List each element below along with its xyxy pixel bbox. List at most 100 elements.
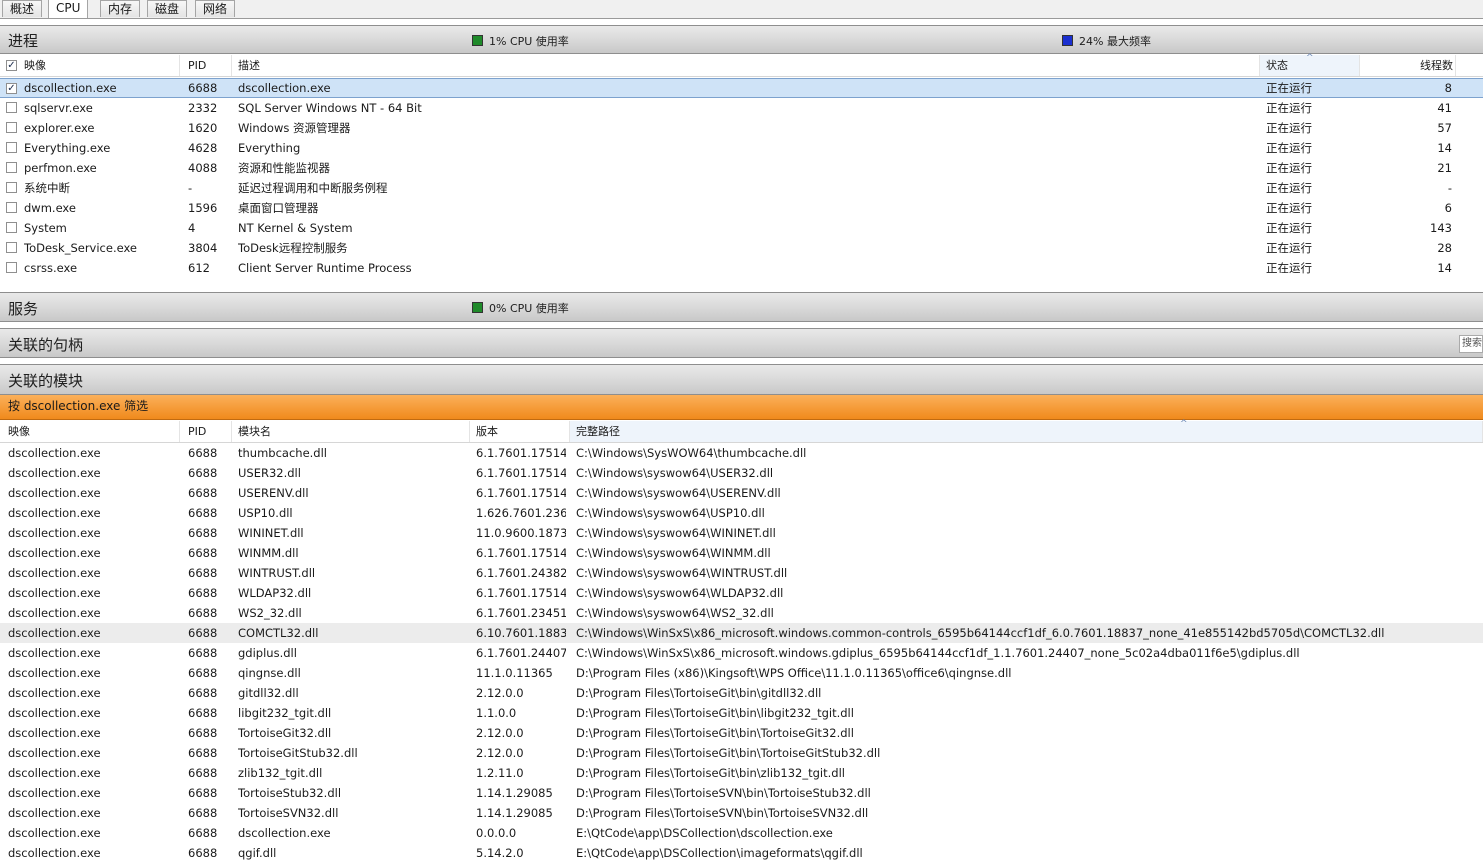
process-checkbox[interactable] — [6, 122, 17, 133]
module-row[interactable]: dscollection.exe 6688 WININET.dll 11.0.9600… — [0, 523, 1483, 543]
process-row[interactable]: ToDesk_Service.exe 3804 ToDesk远程控制服务 正在运… — [0, 238, 1483, 258]
module-row[interactable]: dscollection.exe 6688 USP10.dll 1.626.7601.… — [0, 503, 1483, 523]
process-row[interactable]: perfmon.exe 4088 资源和性能监视器 正在运行 21 — [0, 158, 1483, 178]
process-row[interactable]: explorer.exe 1620 Windows 资源管理器 正在运行 57 — [0, 118, 1483, 138]
tab-disk[interactable]: 磁盘 — [147, 0, 188, 17]
module-row[interactable]: dscollection.exe 6688 gitdll32.dll 2.12.0.0… — [0, 683, 1483, 703]
column-pid[interactable]: PID — [180, 421, 232, 442]
process-checkbox[interactable] — [6, 262, 17, 273]
column-status[interactable]: ^ 状态 — [1260, 53, 1360, 76]
module-pid: 6688 — [188, 846, 218, 860]
module-row[interactable]: dscollection.exe 6688 WLDAP32.dll 6.1.7601.… — [0, 583, 1483, 603]
process-row[interactable]: System 4 NT Kernel & System 正在运行 143 — [0, 218, 1483, 238]
process-image: dwm.exe — [24, 201, 76, 215]
process-pid: 6688 — [188, 81, 218, 95]
module-pid: 6688 — [188, 606, 218, 620]
module-version: 11.0.9600.18739 — [476, 526, 566, 540]
module-row[interactable]: dscollection.exe 6688 libgit232_tgit.dll 1.… — [0, 703, 1483, 723]
processes-title: 进程 — [8, 32, 39, 50]
module-version: 1.626.7601.236... — [476, 506, 566, 520]
tab-overview[interactable]: 概述 — [2, 0, 43, 17]
process-threads: 6 — [1444, 201, 1452, 215]
handles-search-input[interactable]: 搜索 — [1459, 335, 1483, 353]
process-threads: 21 — [1437, 161, 1452, 175]
process-status: 正在运行 — [1266, 161, 1312, 175]
process-row[interactable]: csrss.exe 612 Client Server Runtime Proc… — [0, 258, 1483, 278]
module-row[interactable]: dscollection.exe 6688 USER32.dll 6.1.7601.1… — [0, 463, 1483, 483]
module-row[interactable]: dscollection.exe 6688 TortoiseSVN32.dll 1.1… — [0, 803, 1483, 823]
module-image: dscollection.exe — [8, 646, 101, 660]
process-pid: 612 — [188, 261, 210, 275]
process-image: perfmon.exe — [24, 161, 97, 175]
process-checkbox[interactable] — [6, 242, 17, 253]
column-threads[interactable]: 线程数 — [1360, 55, 1456, 76]
module-row[interactable]: dscollection.exe 6688 zlib132_tgit.dll 1.2.… — [0, 763, 1483, 783]
module-row[interactable]: dscollection.exe 6688 WINTRUST.dll 6.1.7601… — [0, 563, 1483, 583]
column-full-path[interactable]: ^ 完整路径 — [570, 419, 1483, 442]
process-row[interactable]: sqlservr.exe 2332 SQL Server Windows NT … — [0, 98, 1483, 118]
services-section-header[interactable]: 服务 0% CPU 使用率 — [0, 292, 1483, 322]
process-checkbox[interactable] — [6, 222, 17, 233]
tab-memory[interactable]: 内存 — [100, 0, 141, 17]
column-version[interactable]: 版本 — [470, 421, 570, 442]
process-row[interactable]: Everything.exe 4628 Everything 正在运行 14 — [0, 138, 1483, 158]
process-row[interactable]: 系统中断 - 延迟过程调用和中断服务例程 正在运行 - — [0, 178, 1483, 198]
module-path: D:\Program Files\TortoiseSVN\bin\Tortois… — [576, 786, 871, 800]
module-version: 6.10.7601.18837 — [476, 626, 566, 640]
module-row[interactable]: dscollection.exe 6688 USERENV.dll 6.1.7601.… — [0, 483, 1483, 503]
module-name: USP10.dll — [238, 506, 293, 520]
process-row[interactable]: ✓ dscollection.exe 6688 dscollection.exe… — [0, 78, 1483, 98]
process-checkbox[interactable] — [6, 142, 17, 153]
column-module-name-label: 模块名 — [238, 425, 271, 438]
module-row[interactable]: dscollection.exe 6688 qingnse.dll 11.1.0.11… — [0, 663, 1483, 683]
process-pid: 4088 — [188, 161, 218, 175]
process-pid: 4628 — [188, 141, 218, 155]
process-image: 系统中断 — [24, 181, 70, 195]
blue-square-icon — [1062, 35, 1073, 46]
process-checkbox[interactable]: ✓ — [6, 83, 17, 94]
module-image: dscollection.exe — [8, 606, 101, 620]
module-pid: 6688 — [188, 466, 218, 480]
module-name: WS2_32.dll — [238, 606, 302, 620]
module-row[interactable]: dscollection.exe 6688 TortoiseStub32.dll 1.… — [0, 783, 1483, 803]
column-description-label: 描述 — [238, 59, 260, 72]
module-row[interactable]: dscollection.exe 6688 WINMM.dll 6.1.7601.17… — [0, 543, 1483, 563]
module-name: gdiplus.dll — [238, 646, 297, 660]
process-pid: - — [188, 181, 193, 195]
modules-section-header[interactable]: 关联的模块 — [0, 364, 1483, 395]
module-path: C:\Windows\syswow64\WS2_32.dll — [576, 606, 774, 620]
process-threads: 14 — [1437, 141, 1452, 155]
column-description[interactable]: 描述 — [232, 55, 1260, 76]
module-row[interactable]: dscollection.exe 6688 qgif.dll 5.14.2.0 E:\Q… — [0, 843, 1483, 863]
select-all-checkbox[interactable]: ✓ — [6, 60, 17, 71]
tab-cpu[interactable]: CPU — [48, 0, 89, 18]
column-pid[interactable]: PID — [180, 55, 232, 76]
module-row[interactable]: dscollection.exe 6688 TortoiseGit32.dll 2.1… — [0, 723, 1483, 743]
process-checkbox[interactable] — [6, 202, 17, 213]
process-status: 正在运行 — [1266, 81, 1312, 95]
module-path: C:\Windows\syswow64\USP10.dll — [576, 506, 765, 520]
process-checkbox[interactable] — [6, 162, 17, 173]
module-image: dscollection.exe — [8, 586, 101, 600]
modules-filter-bar[interactable]: 按 dscollection.exe 筛选 — [0, 395, 1483, 420]
module-row[interactable]: dscollection.exe 6688 COMCTL32.dll 6.10.760… — [0, 623, 1483, 643]
column-module-name[interactable]: 模块名 — [232, 421, 470, 442]
module-path: E:\QtCode\app\DSCollection\dscollection.… — [576, 826, 833, 840]
process-checkbox[interactable] — [6, 182, 17, 193]
module-row[interactable]: dscollection.exe 6688 dscollection.exe 0.0.… — [0, 823, 1483, 843]
tab-network[interactable]: 网络 — [195, 0, 236, 17]
column-image[interactable]: 映像 — [0, 421, 180, 442]
module-version: 6.1.7601.24407 — [476, 646, 566, 660]
module-row[interactable]: dscollection.exe 6688 TortoiseGitStub32.dl… — [0, 743, 1483, 763]
module-name: libgit232_tgit.dll — [238, 706, 332, 720]
module-row[interactable]: dscollection.exe 6688 gdiplus.dll 6.1.7601.… — [0, 643, 1483, 663]
module-row[interactable]: dscollection.exe 6688 WS2_32.dll 6.1.7601.2… — [0, 603, 1483, 623]
handles-section-header[interactable]: 关联的句柄 — [0, 328, 1483, 358]
processes-section-header[interactable]: 进程 1% CPU 使用率 24% 最大频率 — [0, 25, 1483, 54]
column-image[interactable]: ✓ 映像 — [0, 55, 180, 76]
process-row[interactable]: dwm.exe 1596 桌面窗口管理器 正在运行 6 — [0, 198, 1483, 218]
process-image: Everything.exe — [24, 141, 111, 155]
process-checkbox[interactable] — [6, 102, 17, 113]
modules-title: 关联的模块 — [8, 372, 84, 390]
module-row[interactable]: dscollection.exe 6688 thumbcache.dll 6.1.76… — [0, 443, 1483, 463]
